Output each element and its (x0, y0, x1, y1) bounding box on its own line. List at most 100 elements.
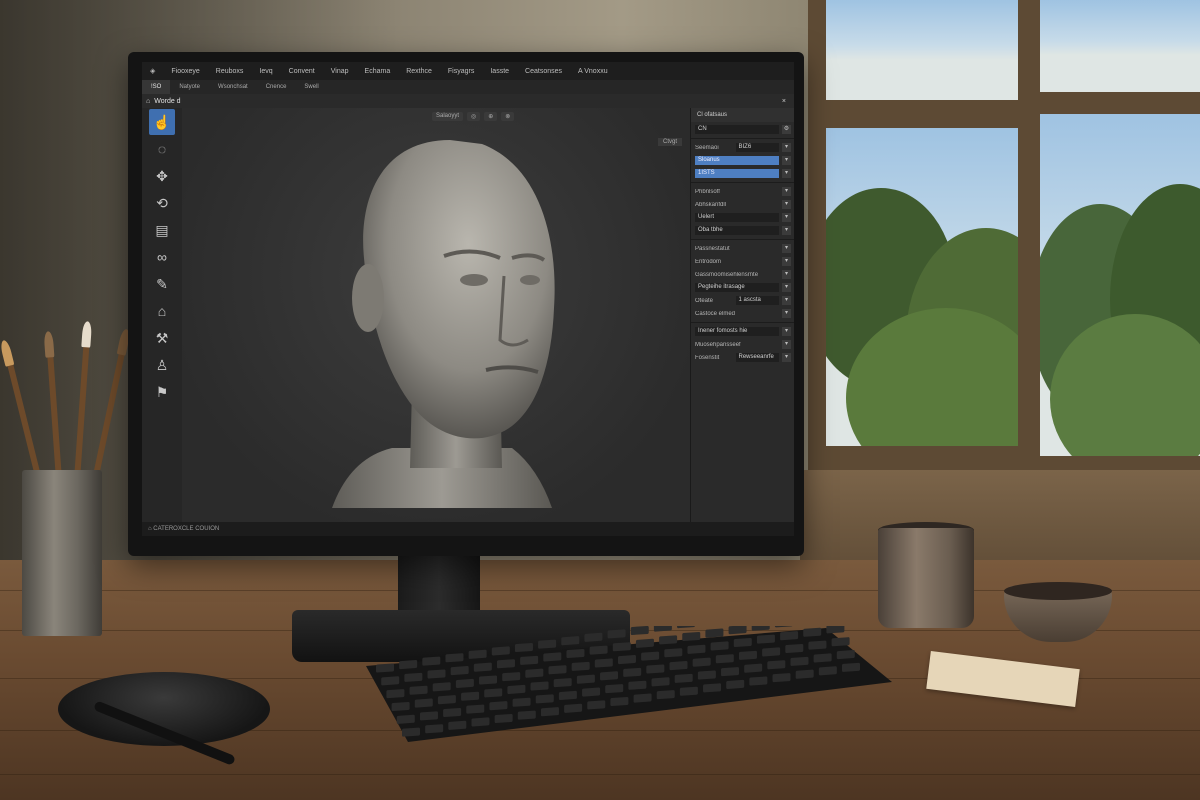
keyboard-key (404, 672, 423, 682)
3d-viewport[interactable]: Salaoyyt ◎ ⊕ ⊗ Ctvgt (182, 108, 690, 528)
clay-icon[interactable]: ⚒ (149, 325, 175, 351)
menu-item[interactable]: Fiooxeye (163, 68, 207, 75)
menu-item[interactable]: Ievq (251, 68, 280, 75)
keyboard-key (584, 632, 603, 642)
lasso-circle-icon[interactable]: ◌ (149, 136, 175, 162)
keyboard-key (656, 690, 675, 700)
menu-item[interactable]: Iasste (482, 68, 517, 75)
chevron-down-icon[interactable]: ▾ (782, 169, 791, 178)
chevron-down-icon[interactable]: ▾ (782, 257, 791, 266)
keyboard-key (496, 659, 515, 669)
keyboard-key (842, 662, 860, 672)
keyboard-key (831, 637, 850, 647)
panel-row-label: Fosenstit (695, 354, 720, 361)
panel-search-input[interactable]: CN (695, 125, 779, 134)
keyboard-key (628, 680, 647, 690)
chevron-down-icon[interactable]: ▾ (782, 200, 791, 209)
chevron-down-icon[interactable]: ▾ (782, 296, 791, 305)
chevron-down-icon[interactable]: ▾ (782, 156, 791, 165)
panel-row-field[interactable]: Sloanus (695, 156, 779, 165)
keyboard-key (514, 642, 533, 653)
keyboard-key (803, 627, 822, 637)
keyboard-key (564, 703, 583, 713)
rotate-icon[interactable]: ⟲ (149, 190, 175, 216)
keyboard-key (414, 698, 433, 708)
panel-row-field[interactable]: 1 ascsta (735, 296, 779, 305)
panel-title: Cl ofatsaus (691, 108, 794, 122)
tab-item[interactable]: Wsonchsat (209, 84, 257, 90)
brush-icon[interactable]: ✎ (149, 271, 175, 297)
close-icon[interactable]: × (782, 98, 794, 105)
keyboard-key (525, 668, 544, 678)
panel-row-label: Phbnlsoff (695, 188, 720, 195)
keyboard-key (600, 671, 619, 681)
panel-row-label: Castoce elmed (695, 310, 736, 317)
link-icon[interactable]: ∞ (149, 244, 175, 270)
window-pane (1040, 114, 1200, 456)
keyboard-key (530, 681, 549, 691)
chevron-down-icon[interactable]: ▾ (782, 226, 791, 235)
tool-misc-icon[interactable]: ⚑ (149, 379, 175, 405)
chevron-down-icon[interactable]: ▾ (782, 340, 791, 349)
panel-settings-icon[interactable]: ⚙ (782, 125, 791, 134)
layers-icon[interactable]: ▤ (149, 217, 175, 243)
brush-cup (22, 470, 102, 636)
chevron-down-icon[interactable]: ▾ (782, 327, 791, 336)
keyboard-key (633, 693, 652, 703)
keyboard-key (703, 683, 722, 693)
sculpted-head-model (332, 140, 555, 508)
menu-item[interactable]: Fisyagrs (440, 68, 482, 75)
tab-main[interactable]: !SO (142, 80, 171, 94)
keyboard-key (448, 720, 467, 730)
keyboard-key (756, 634, 775, 644)
keyboard-key (610, 696, 629, 707)
panel-row: Seemaoi BIZ6 ▾ (695, 142, 791, 153)
panel-row-label: Gassmoomisehlensrnte (695, 271, 759, 278)
sculpt-icon[interactable]: ⌂ (149, 298, 175, 324)
keyboard-key (818, 666, 837, 676)
menu-item[interactable]: Echama (357, 68, 399, 75)
keyboard-key (507, 684, 526, 694)
keyboard-key (682, 631, 701, 642)
tab-item[interactable]: Natyote (170, 84, 209, 90)
chevron-down-icon[interactable]: ▾ (782, 353, 791, 362)
panel-row: Oba tbhe ▾ (695, 225, 791, 236)
keyboard-key (774, 626, 793, 628)
menu-item[interactable]: Ceatsonses (517, 68, 570, 75)
tab-item[interactable]: Cnence (257, 84, 296, 90)
panel-row: Abhskanfdll ▾ (695, 199, 791, 210)
chevron-down-icon[interactable]: ▾ (782, 309, 791, 318)
panel-row-field[interactable]: 1ISTS (695, 169, 779, 178)
keyboard-key (646, 664, 665, 674)
menu-item[interactable]: Vinap (323, 68, 357, 75)
ceramic-cup (878, 528, 974, 628)
panel-row-field[interactable]: BIZ6 (735, 143, 779, 152)
panel-row-field[interactable]: Pegteihe itrasage (695, 283, 779, 292)
app-logo-icon[interactable]: ◈ (142, 67, 163, 75)
chevron-down-icon[interactable]: ▾ (782, 283, 791, 292)
chevron-down-icon[interactable]: ▾ (782, 187, 791, 196)
move-arrows-icon[interactable]: ✥ (149, 163, 175, 189)
keyboard-key (576, 674, 595, 684)
status-bar: ⌂ CATEROXCLE COUION (142, 522, 794, 536)
menu-item[interactable]: Rexthce (398, 68, 440, 75)
panel-row-field[interactable]: Oba tbhe (695, 226, 779, 235)
document-title: Worde d (154, 97, 181, 105)
panel-row: Oteate 1 ascsta ▾ (695, 295, 791, 306)
keyboard (366, 626, 892, 742)
chevron-down-icon[interactable]: ▾ (782, 244, 791, 253)
panel-row-label: Passnestatut (695, 245, 730, 252)
hand-pointer-icon[interactable]: ☝ (149, 109, 175, 135)
figure-icon[interactable]: ♙ (149, 352, 175, 378)
menu-item[interactable]: A Vnoxxu (570, 68, 616, 75)
chevron-down-icon[interactable]: ▾ (782, 270, 791, 279)
chevron-down-icon[interactable]: ▾ (782, 143, 791, 152)
tab-item[interactable]: Swell (295, 84, 327, 90)
chevron-down-icon[interactable]: ▾ (782, 213, 791, 222)
menu-item[interactable]: Reuboxs (208, 68, 252, 75)
panel-row-field[interactable]: Inener fomosts hie (695, 327, 779, 336)
panel-row-field[interactable]: Rewseeanrfe (735, 353, 779, 362)
panel-row-field[interactable]: Uelert (695, 213, 779, 222)
menu-item[interactable]: Convent (281, 68, 323, 75)
keyboard-key (687, 644, 706, 654)
